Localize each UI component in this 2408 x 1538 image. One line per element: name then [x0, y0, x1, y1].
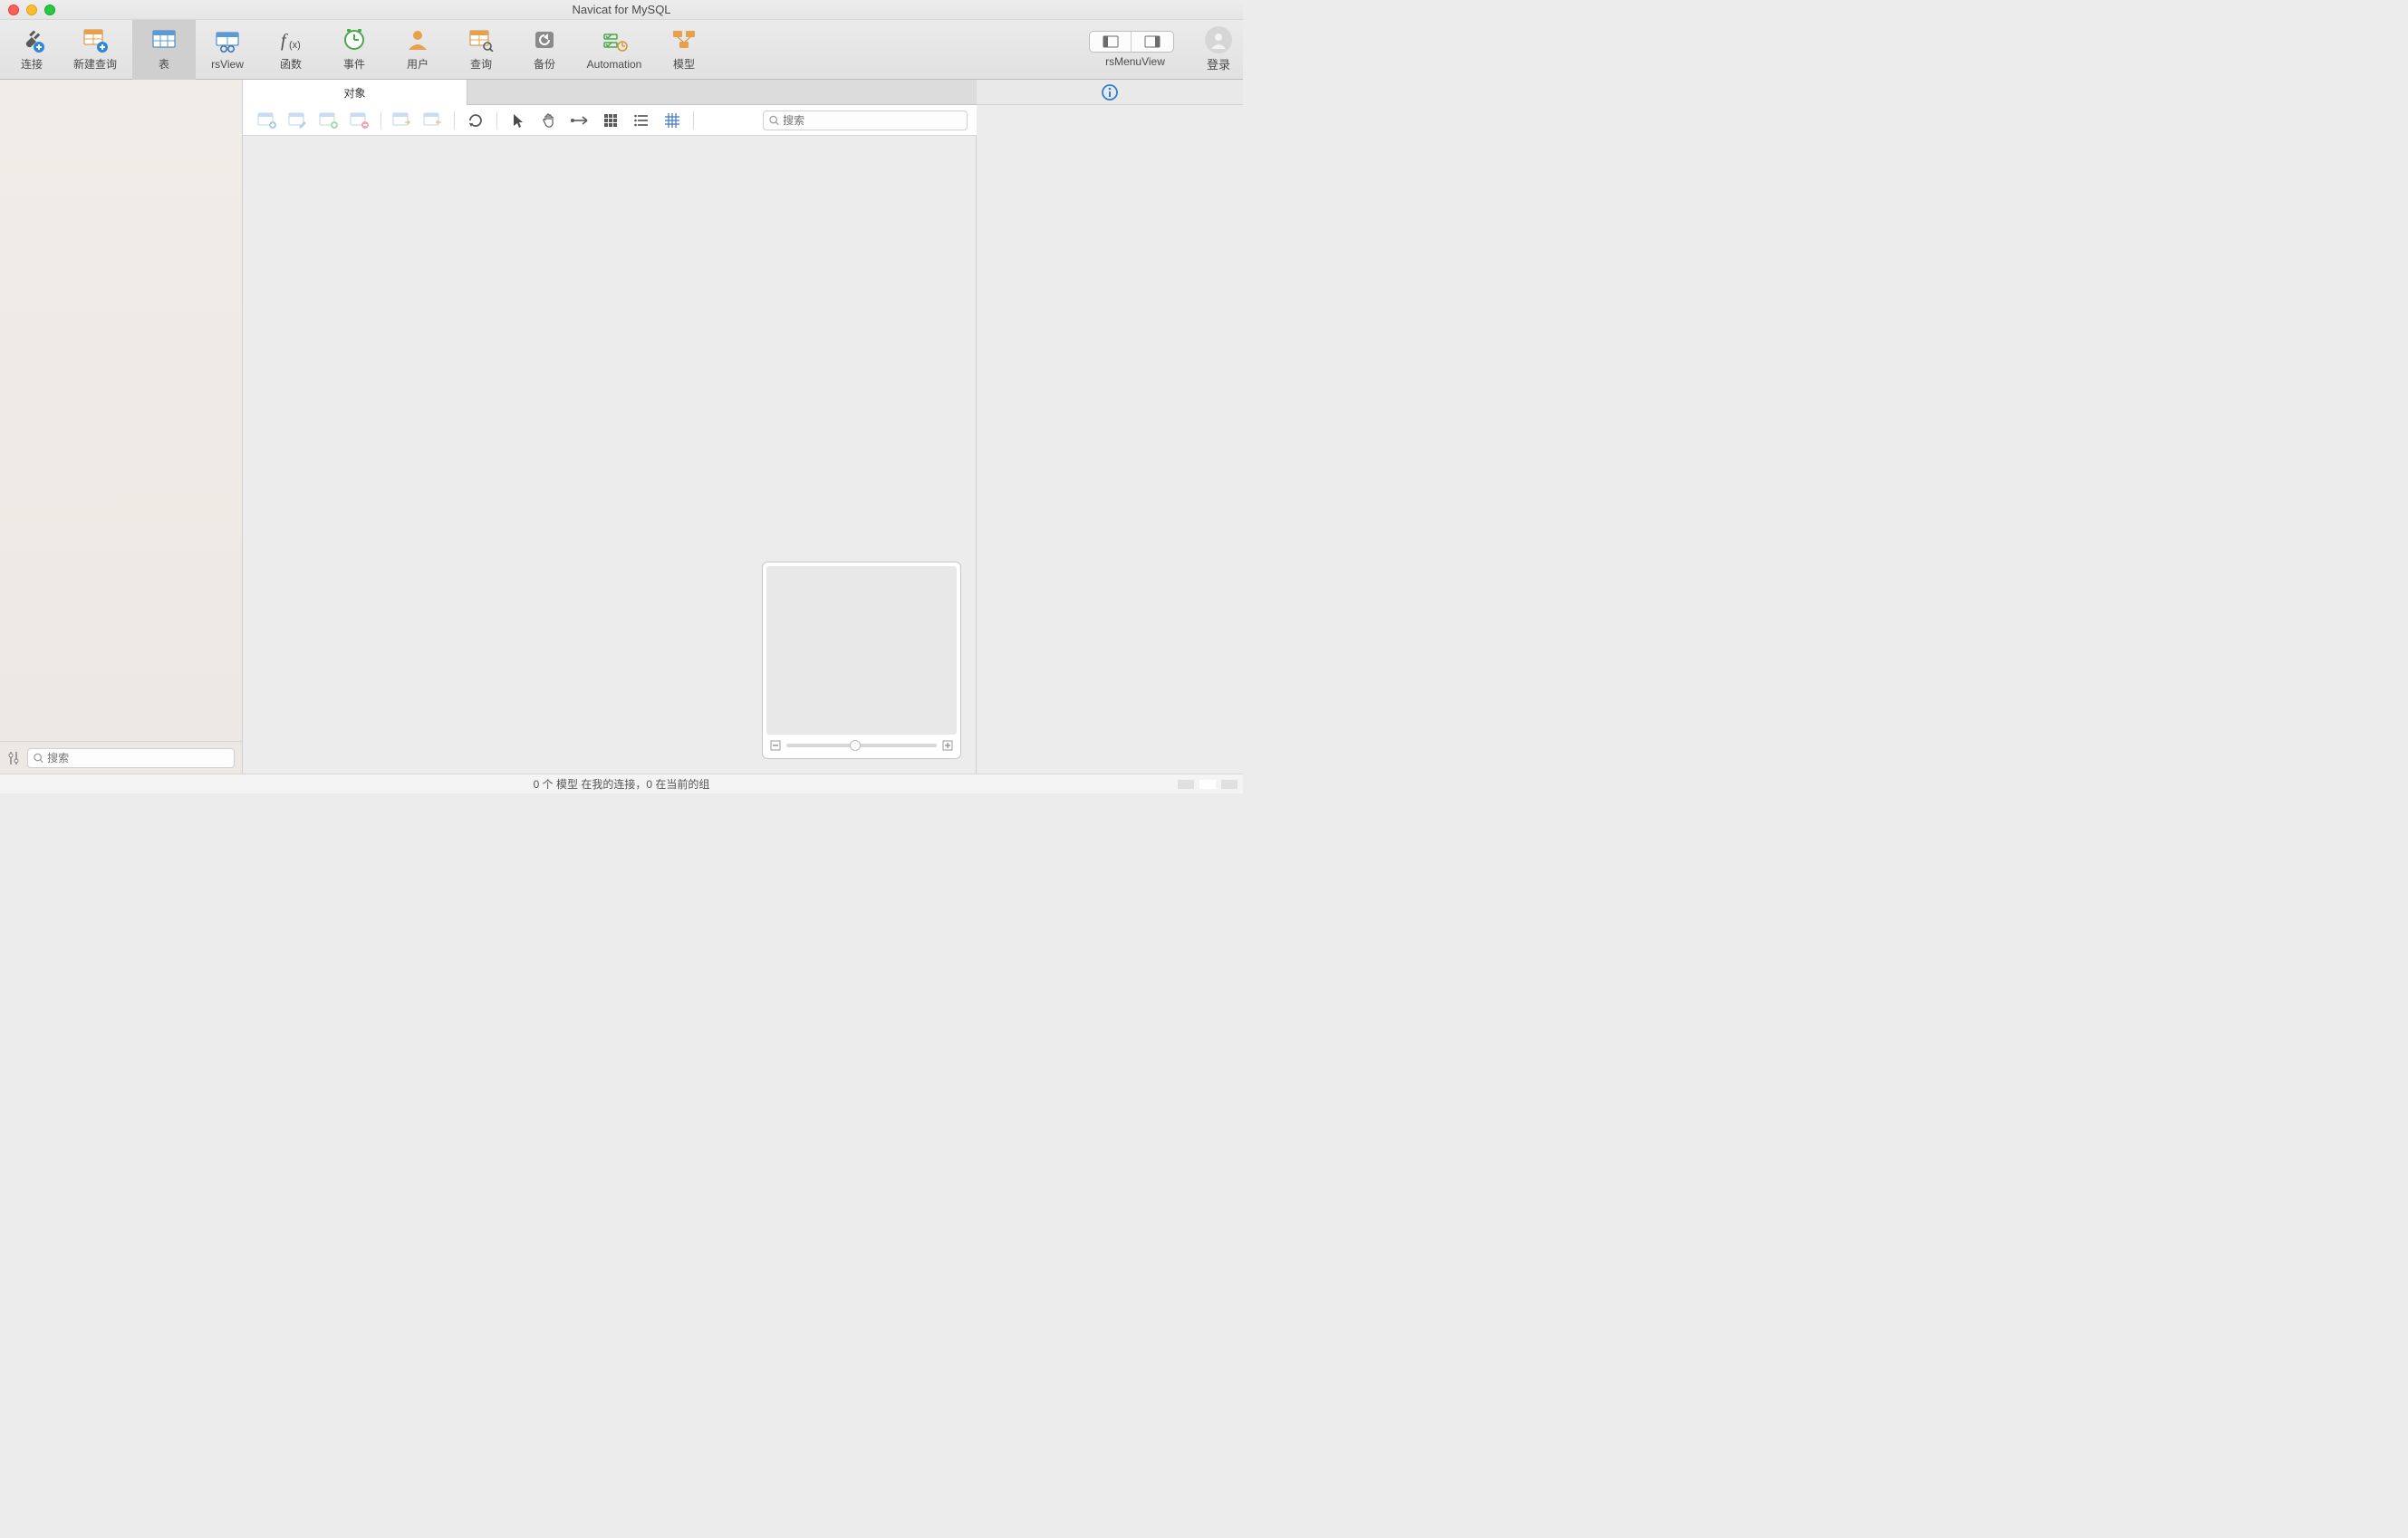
status-indicator-1 — [1178, 780, 1194, 789]
table-plus-icon — [82, 27, 109, 53]
user-icon — [404, 27, 431, 53]
open-table-button[interactable] — [313, 109, 344, 132]
automation-icon — [601, 29, 628, 54]
avatar-icon — [1205, 26, 1232, 53]
user-button[interactable]: 用户 — [386, 20, 449, 80]
main-toolbar: 连接 新建查询 表 — [0, 20, 1243, 80]
status-text: 0 个 模型 在我的连接，0 在当前的组 — [534, 776, 710, 792]
backup-button[interactable]: 备份 — [513, 20, 576, 80]
event-button[interactable]: 事件 — [323, 20, 386, 80]
new-query-button[interactable]: 新建查询 — [63, 20, 127, 80]
connection-button[interactable]: 连接 — [0, 20, 63, 80]
relation-tool-button[interactable] — [564, 109, 595, 132]
zoom-slider-knob[interactable] — [850, 740, 861, 751]
import-button[interactable] — [387, 109, 418, 132]
new-table-button[interactable] — [252, 109, 283, 132]
object-search-box[interactable] — [763, 111, 968, 130]
query-label: 查询 — [470, 56, 492, 72]
svg-text:f: f — [281, 31, 288, 51]
hand-tool-button[interactable] — [534, 109, 564, 132]
export-button[interactable] — [418, 109, 448, 132]
plug-icon — [18, 27, 45, 53]
connection-tree-panel — [0, 80, 243, 774]
pointer-tool-button[interactable] — [503, 109, 534, 132]
view-icon — [214, 29, 241, 54]
delete-table-button[interactable] — [344, 109, 375, 132]
user-label: 用户 — [407, 56, 429, 72]
status-bar: 0 个 模型 在我的连接，0 在当前的组 — [0, 774, 1243, 793]
model-icon — [670, 27, 698, 53]
tab-object-label: 对象 — [343, 85, 365, 101]
status-indicator-2 — [1199, 780, 1216, 789]
grid-view-button[interactable] — [595, 109, 626, 132]
left-search-input[interactable] — [47, 752, 228, 764]
minimap-view[interactable] — [766, 566, 957, 735]
status-indicator-3 — [1221, 780, 1238, 789]
event-label: 事件 — [343, 56, 365, 72]
status-right — [1178, 780, 1238, 789]
automation-button[interactable]: Automation — [576, 20, 652, 80]
login-label: 登录 — [1207, 55, 1230, 72]
sidebar-left-icon — [1103, 35, 1119, 48]
panel-toggle — [1089, 31, 1174, 53]
query-button[interactable]: 查询 — [449, 20, 513, 80]
search-icon — [769, 115, 779, 126]
model-button[interactable]: 模型 — [652, 20, 716, 80]
backup-icon — [531, 27, 558, 53]
minimap[interactable] — [762, 562, 961, 759]
connection-tree[interactable] — [0, 80, 242, 741]
function-icon: f(x) — [277, 27, 304, 53]
window-title: Navicat for MySQL — [0, 3, 1243, 16]
table-button[interactable]: 表 — [132, 20, 196, 80]
center-panel: 对象 — [243, 80, 977, 774]
edit-table-button[interactable] — [283, 109, 313, 132]
settings-icon[interactable] — [7, 750, 20, 766]
minimap-controls — [766, 735, 957, 755]
object-tab-strip: 对象 — [243, 80, 977, 105]
connection-label: 连接 — [21, 56, 43, 72]
object-toolbar — [243, 105, 977, 136]
toggle-right-panel-button[interactable] — [1132, 32, 1173, 52]
automation-label: Automation — [587, 58, 642, 71]
info-icon[interactable] — [1102, 84, 1118, 101]
info-panel-header — [977, 80, 1243, 105]
table-icon — [150, 27, 178, 53]
left-panel-footer — [0, 741, 242, 774]
tab-object[interactable]: 对象 — [243, 80, 467, 105]
object-search-input[interactable] — [783, 114, 961, 127]
backup-label: 备份 — [534, 56, 555, 72]
model-label: 模型 — [673, 56, 695, 72]
function-label: 函数 — [280, 56, 302, 72]
zoom-in-icon[interactable] — [942, 740, 953, 751]
model-canvas[interactable]: 100% — [243, 136, 977, 774]
function-button[interactable]: f(x) 函数 — [259, 20, 323, 80]
left-search-box[interactable] — [27, 748, 235, 768]
list-view-button[interactable] — [626, 109, 657, 132]
login-button[interactable]: 登录 — [1205, 26, 1232, 72]
rsmenuview-label: rsMenuView — [1105, 55, 1165, 68]
search-icon — [34, 753, 43, 764]
zoom-out-icon[interactable] — [770, 740, 781, 751]
clock-icon — [341, 27, 368, 53]
info-panel-body — [977, 105, 1243, 774]
rsview-label: rsView — [211, 58, 244, 71]
toggle-left-panel-button[interactable] — [1090, 32, 1132, 52]
svg-text:(x): (x) — [289, 40, 301, 51]
info-panel — [977, 80, 1243, 774]
new-query-label: 新建查询 — [73, 56, 117, 72]
er-grid-button[interactable] — [657, 109, 688, 132]
refresh-button[interactable] — [460, 109, 491, 132]
sidebar-right-icon — [1144, 35, 1161, 48]
rsview-button[interactable]: rsView — [196, 20, 259, 80]
zoom-slider[interactable] — [786, 744, 937, 747]
titlebar: Navicat for MySQL — [0, 0, 1243, 20]
table-label: 表 — [159, 56, 169, 72]
query-icon — [467, 27, 495, 53]
